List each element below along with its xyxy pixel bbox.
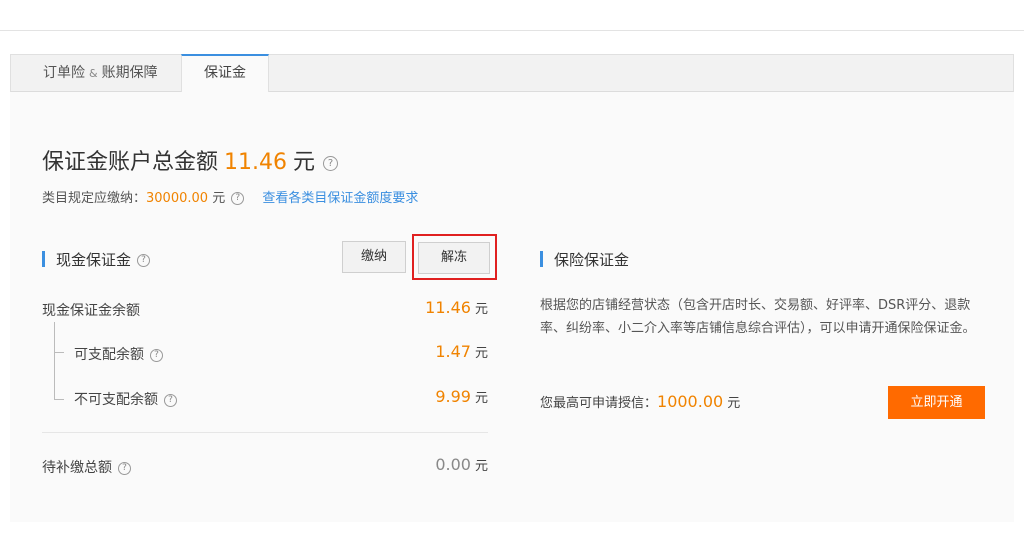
balance-unit: 元 — [474, 302, 488, 317]
pending-unit: 元 — [474, 459, 488, 474]
deposit-panel: 保证金账户总金额 11.46 元? 类目规定应缴纳：30000.00 元? 查看各类… — [10, 92, 1014, 522]
required-amount: 30000.00 — [146, 191, 209, 206]
help-icon[interactable]: ? — [150, 348, 163, 362]
unavailable-unit: 元 — [474, 391, 488, 406]
pay-button[interactable]: 缴纳 — [342, 241, 406, 273]
credit-limit-label: 您最高可申请授信： — [540, 396, 658, 411]
tree-branch — [54, 399, 64, 400]
help-icon[interactable]: ? — [137, 254, 151, 267]
unavailable-label: 不可支配余额 — [74, 392, 158, 408]
required-label: 类目规定应缴纳： — [42, 191, 147, 206]
required-deposit: 类目规定应缴纳：30000.00 元? 查看各类目保证金额度要求 — [42, 187, 418, 206]
cash-deposit-title: 现金保证金 — [56, 251, 132, 269]
available-row: 可支配余额? — [74, 344, 163, 364]
open-now-button[interactable]: 立即开通 — [888, 386, 985, 419]
help-icon[interactable]: ? — [118, 461, 131, 475]
tab-order-insurance-label-a: 订单险 — [43, 65, 85, 81]
tab-order-insurance[interactable]: 订单险 & 账期保障 — [27, 54, 174, 92]
help-icon[interactable]: ? — [164, 393, 177, 407]
pending-value: 0.00 元 — [435, 455, 488, 474]
credit-limit-amount: 1000.00 — [657, 392, 724, 411]
tree-branch — [54, 352, 64, 353]
pending-amount: 0.00 — [435, 455, 471, 474]
unavailable-value: 9.99 元 — [435, 387, 488, 406]
tab-order-insurance-label-b: 账期保障 — [101, 65, 158, 81]
tab-deposit[interactable]: 保证金 — [181, 54, 269, 93]
pending-row: 待补缴总额? — [42, 457, 131, 477]
account-unit: 元 — [293, 150, 316, 175]
available-value: 1.47 元 — [435, 342, 488, 361]
balance-label: 现金保证金余额 — [42, 303, 140, 319]
insurance-deposit-heading: 保险保证金 — [540, 249, 629, 270]
top-divider — [0, 30, 1024, 31]
balance-value: 11.46 元 — [425, 298, 488, 317]
tab-order-insurance-sep: & — [89, 67, 98, 80]
tree-line — [54, 322, 64, 400]
unavailable-row: 不可支配余额? — [74, 389, 177, 409]
category-requirement-link[interactable]: 查看各类目保证金额度要求 — [262, 191, 418, 206]
available-amount: 1.47 — [435, 342, 471, 361]
tab-bar: 订单险 & 账期保障 保证金 — [10, 54, 1014, 93]
unavailable-amount: 9.99 — [435, 387, 471, 406]
pending-label: 待补缴总额 — [42, 460, 112, 476]
available-unit: 元 — [474, 346, 488, 361]
divider — [42, 432, 488, 433]
credit-limit: 您最高可申请授信：1000.00 元 — [540, 392, 740, 411]
account-amount: 11.46 — [224, 150, 287, 175]
required-unit: 元 — [212, 191, 226, 206]
insurance-description: 根据您的店铺经营状态（包含开店时长、交易额、好评率、DSR评分、退款率、纠纷率、… — [540, 298, 976, 336]
balance-amount: 11.46 — [425, 298, 471, 317]
help-icon[interactable]: ? — [323, 155, 339, 171]
available-label: 可支配余额 — [74, 347, 144, 363]
help-icon[interactable]: ? — [231, 192, 245, 205]
cash-deposit-heading: 现金保证金? — [42, 249, 151, 270]
highlight-box — [412, 234, 497, 280]
account-total: 保证金账户总金额 11.46 元? — [42, 144, 339, 176]
account-title: 保证金账户总金额 — [42, 150, 219, 175]
credit-limit-unit: 元 — [727, 396, 741, 411]
